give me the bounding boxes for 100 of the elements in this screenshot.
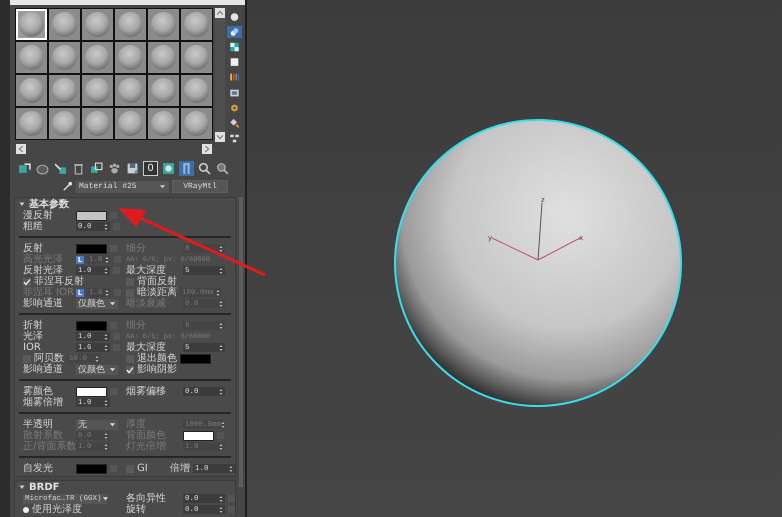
spinner-arrows-icon[interactable]	[221, 420, 226, 428]
param-label: 影响通道	[23, 298, 64, 309]
spinner-arrows-icon[interactable]	[219, 442, 223, 450]
caret-icon	[109, 421, 116, 428]
rollout-title[interactable]: 基本参数	[29, 198, 69, 210]
magnifier-icon[interactable]	[197, 161, 212, 176]
spinner-arrows-icon[interactable]	[104, 344, 108, 352]
material-slot[interactable]	[49, 42, 80, 73]
material-slot[interactable]	[16, 42, 47, 73]
paw-icon[interactable]	[107, 161, 122, 176]
checkbox-label[interactable]: 退出颜色	[137, 353, 177, 364]
spinner-arrows-icon[interactable]	[104, 432, 108, 440]
spinner-arrows-icon[interactable]	[219, 506, 223, 514]
material-slot[interactable]	[82, 108, 113, 139]
spinner-arrows-icon[interactable]	[219, 300, 223, 308]
spinner-arrows-icon[interactable]	[219, 322, 223, 330]
magnifier-icon[interactable]	[215, 161, 230, 176]
param-label: 反射	[23, 243, 43, 254]
param-label: 光泽	[23, 331, 44, 342]
material-slot[interactable]	[49, 9, 80, 40]
checkbox[interactable]	[23, 278, 31, 286]
material-slot[interactable]	[181, 108, 212, 139]
scroll-left-icon[interactable]	[16, 144, 26, 154]
param-label: 折射	[23, 320, 44, 331]
color-swatch[interactable]	[76, 464, 107, 474]
spinner-arrows-icon[interactable]	[104, 442, 108, 450]
expand-toggle-icon[interactable]	[19, 484, 25, 490]
dropdown[interactable]: 仅颜色	[76, 364, 118, 374]
material-slot[interactable]	[148, 75, 179, 106]
checkbox-label[interactable]: 阿贝数	[34, 353, 64, 364]
spinner-arrows-icon[interactable]	[219, 494, 223, 502]
arrow-box-icon[interactable]	[53, 161, 68, 176]
spinner-arrows-icon[interactable]	[219, 244, 223, 252]
save-icon[interactable]	[125, 161, 140, 176]
material-slot[interactable]	[148, 42, 179, 73]
spinner-arrows-icon[interactable]	[104, 266, 108, 274]
spinner-arrows-icon[interactable]	[105, 288, 109, 296]
material-slot[interactable]	[49, 108, 80, 139]
checkbox-label[interactable]: GI	[137, 463, 148, 474]
material-slot[interactable]	[115, 108, 146, 139]
color-swatch[interactable]	[76, 244, 107, 254]
spinner-arrows-icon[interactable]	[105, 256, 109, 264]
scroll-up-icon[interactable]	[215, 8, 225, 18]
spinner-arrows-icon[interactable]	[104, 222, 108, 230]
material-slot[interactable]	[115, 75, 146, 106]
material-slot[interactable]	[181, 42, 212, 73]
param-label: 最大深度	[126, 342, 166, 353]
spinner-arrows-icon[interactable]	[229, 464, 233, 472]
material-slot[interactable]	[16, 108, 47, 139]
material-slot[interactable]	[82, 9, 113, 40]
param-label: 影响通道	[23, 364, 64, 375]
caret-icon	[109, 366, 116, 373]
cube-arrow-icon[interactable]	[17, 161, 32, 176]
material-slot[interactable]	[181, 75, 212, 106]
dropdown[interactable]: 仅颜色	[76, 298, 118, 308]
trash-icon[interactable]	[71, 161, 86, 176]
map-icon[interactable]	[161, 161, 176, 176]
color-swatch[interactable]	[76, 320, 107, 330]
scroll-right-icon[interactable]	[202, 144, 212, 154]
caret-icon	[159, 183, 166, 190]
color-swatch[interactable]	[180, 354, 211, 364]
material-slot[interactable]	[148, 108, 179, 139]
copy-icon[interactable]	[89, 161, 104, 176]
material-id-button[interactable]: 0	[143, 161, 158, 176]
material-slot[interactable]	[115, 9, 146, 40]
spinner-arrows-icon[interactable]	[104, 332, 108, 340]
param-label: 反射光泽	[23, 265, 64, 276]
rollout-title[interactable]: BRDF	[29, 482, 60, 492]
material-slot[interactable]	[16, 9, 47, 40]
radio-label[interactable]: 使用光泽度	[32, 504, 82, 515]
spheres-icon[interactable]	[227, 26, 242, 38]
spinner-arrows-icon[interactable]	[104, 398, 108, 406]
radio-button[interactable]	[23, 506, 29, 512]
param-label: 烟雾偏移	[126, 386, 167, 397]
param-label: IOR	[23, 342, 42, 353]
material-slot[interactable]	[16, 75, 47, 106]
dropdown[interactable]: 无	[76, 420, 118, 430]
spinner-arrows-icon[interactable]	[219, 344, 223, 352]
scroll-down-icon[interactable]	[215, 132, 225, 142]
material-name-field[interactable]: Material #25	[76, 180, 169, 192]
expand-toggle-icon[interactable]	[19, 201, 25, 207]
color-swatch[interactable]	[76, 210, 107, 220]
material-slot[interactable]	[148, 9, 179, 40]
checkbox-label[interactable]: 背面反射	[137, 276, 177, 287]
eyedropper-icon[interactable]	[62, 181, 73, 192]
material-slot[interactable]	[181, 9, 212, 40]
scrollbar[interactable]	[215, 8, 225, 142]
material-slot[interactable]	[82, 42, 113, 73]
material-slot[interactable]	[82, 75, 113, 106]
material-type-button[interactable]: VRayMtl	[172, 180, 228, 193]
material-slot[interactable]	[49, 75, 80, 106]
caret-icon	[109, 300, 116, 307]
checkbox-label[interactable]: 影响阴影	[137, 364, 177, 375]
checkbox[interactable]	[126, 366, 134, 374]
spinner-arrows-icon[interactable]	[219, 266, 223, 274]
checkbox-label[interactable]: 暗淡距离	[137, 287, 177, 298]
material-slot[interactable]	[115, 42, 146, 73]
checkbox-label[interactable]: 菲涅耳反射	[34, 276, 84, 287]
color-swatch[interactable]	[76, 386, 107, 396]
spinner-arrows-icon[interactable]	[219, 388, 223, 396]
